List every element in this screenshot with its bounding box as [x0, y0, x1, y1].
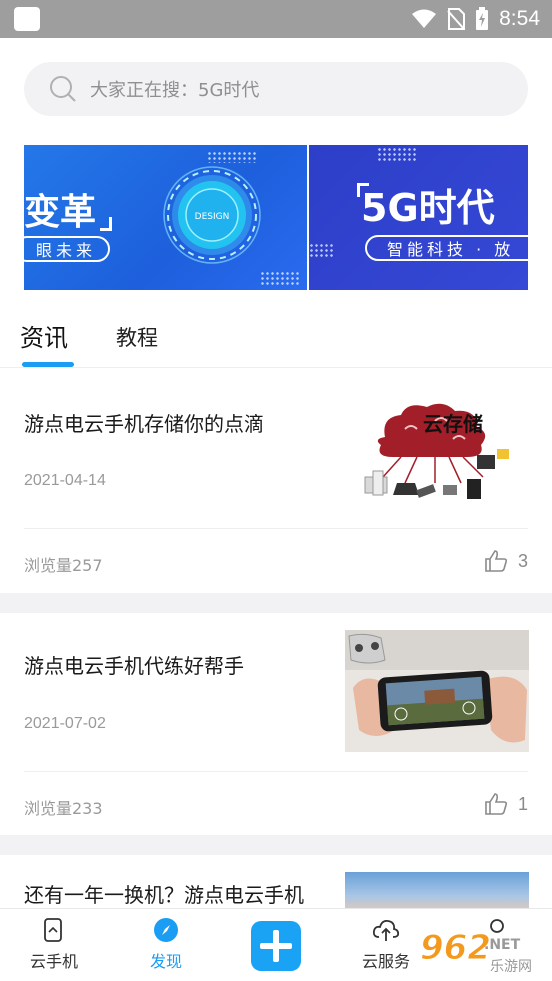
like-count: 3: [517, 550, 528, 571]
cloud-storage-image: 云存储: [345, 399, 529, 509]
phone-icon: [44, 918, 62, 942]
like-button[interactable]: 3: [484, 550, 528, 572]
tab-tutorials[interactable]: 教程: [116, 322, 158, 352]
like-count: 1: [517, 793, 528, 814]
no-sim-icon: [447, 8, 466, 30]
card-separator: [0, 835, 552, 855]
active-tab-indicator: [22, 362, 74, 367]
watermark-logo: 962 .NET 乐游网: [414, 925, 546, 977]
card-separator: [0, 593, 552, 613]
article-thumbnail: 云存储: [345, 399, 529, 509]
article-title: 还有一年一换机？游点电云手机: [24, 883, 304, 907]
cloud-upload-icon: [372, 919, 400, 941]
wifi-icon: [412, 9, 437, 28]
banner-slide[interactable]: 5G时代 智能科技 · 放: [309, 145, 528, 290]
article-card[interactable]: 还有一年一换机？游点电云手机: [0, 855, 552, 908]
watermark-site: 乐游网: [490, 959, 532, 975]
search-placeholder: 大家正在搜：5G时代: [90, 80, 260, 101]
divider: [24, 771, 528, 772]
compass-icon: [154, 918, 178, 942]
banner-title: 变革: [24, 192, 97, 233]
divider: [24, 528, 528, 529]
article-views: 浏览量233: [24, 799, 103, 818]
search-icon: [50, 76, 76, 102]
nav-cloud-phone[interactable]: 云手机: [14, 917, 94, 972]
watermark-number: 962: [420, 928, 491, 968]
article-date: 2021-04-14: [24, 472, 106, 489]
image-caption: 云存储: [423, 412, 483, 436]
category-tabs: 资讯 教程: [0, 306, 552, 368]
tech-circle-graphic: DESIGN: [163, 166, 261, 264]
article-title: 游点电云手机代练好帮手: [24, 654, 244, 678]
tab-news[interactable]: 资讯: [20, 318, 68, 353]
battery-charging-icon: [476, 7, 489, 30]
banner-carousel[interactable]: 变革 眼未来 DESIGN 5G时代 智能科技 · 放: [24, 145, 528, 290]
banner-title: 5G时代: [361, 186, 495, 230]
article-card[interactable]: 游点电云手机存储你的点滴 2021-04-14 云存储 浏览量257 3: [0, 369, 552, 593]
notification-icon: [14, 7, 40, 31]
banner-subtitle: 眼未来: [24, 236, 110, 262]
article-views: 浏览量257: [24, 556, 103, 575]
article-thumbnail: [345, 630, 529, 752]
banner-slide[interactable]: 变革 眼未来 DESIGN: [24, 145, 307, 290]
banner-subtitle: 智能科技 · 放: [365, 235, 528, 261]
watermark-net: .NET: [484, 937, 521, 953]
nav-discover[interactable]: 发现: [126, 917, 206, 972]
nav-label: 云手机: [29, 952, 78, 971]
search-bar[interactable]: 大家正在搜：5G时代: [24, 62, 528, 116]
thumbs-up-icon: [485, 550, 508, 572]
status-bar: 8:54: [0, 0, 552, 38]
article-date: 2021-07-02: [24, 715, 106, 732]
like-button[interactable]: 1: [484, 793, 528, 815]
banner-badge: DESIGN: [195, 212, 230, 222]
status-time: 8:54: [499, 7, 540, 30]
nav-label: 发现: [149, 952, 182, 971]
article-thumbnail: [345, 872, 529, 908]
article-card[interactable]: 游点电云手机代练好帮手 2021-07-02 浏览量233 1: [0, 613, 552, 835]
add-button[interactable]: [251, 921, 301, 971]
thumbs-up-icon: [485, 793, 508, 815]
article-title: 游点电云手机存储你的点滴: [24, 412, 264, 436]
gaming-phone-image: [345, 630, 529, 752]
nav-label: 云服务: [361, 952, 410, 971]
